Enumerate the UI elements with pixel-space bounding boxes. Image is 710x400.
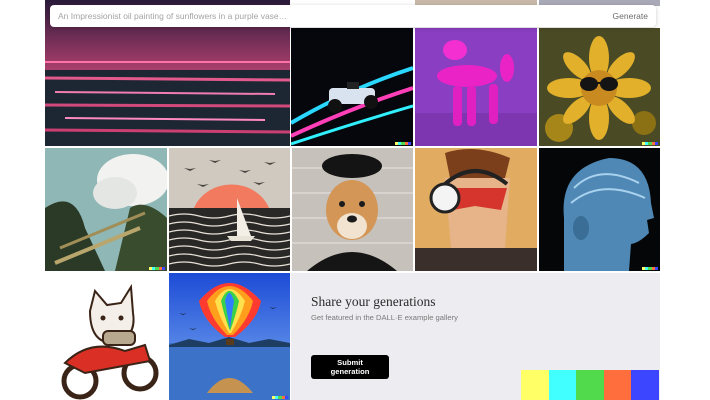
sailboat-image <box>169 148 290 271</box>
tile-hot-air-balloon[interactable] <box>169 273 290 400</box>
generate-button[interactable]: Generate <box>613 11 648 21</box>
generation-mark <box>149 267 166 270</box>
palette-cyan <box>548 370 577 400</box>
cat-motorcycle-image <box>45 273 167 400</box>
blue-head-image <box>539 148 660 271</box>
palette-green <box>576 370 604 400</box>
palette-blue <box>631 370 659 400</box>
prompt-bar: Generate <box>50 5 656 27</box>
cloud-sculpture-image <box>45 148 167 271</box>
share-title: Share your generations <box>311 294 436 309</box>
tile-sailboat-birds[interactable] <box>169 148 290 271</box>
tile-blue-head[interactable] <box>539 148 660 271</box>
tile-cat-motorcycle[interactable] <box>45 273 167 400</box>
comic-hero-image <box>415 148 537 271</box>
generation-mark <box>395 142 412 145</box>
tile-sunflower-sunglasses[interactable] <box>539 28 660 146</box>
tile-comic-hero[interactable] <box>415 148 537 271</box>
tile-shiba-beret[interactable] <box>292 148 413 271</box>
shiba-image <box>292 148 413 271</box>
hot-air-balloon-image <box>169 273 290 400</box>
generation-mark <box>642 142 659 145</box>
prompt-input[interactable] <box>58 11 613 21</box>
share-panel: Share your generations Get featured in t… <box>291 273 660 400</box>
color-palette <box>521 370 659 400</box>
tile-cloud-sculpture[interactable] <box>45 148 167 271</box>
submit-generation-button[interactable]: Submit generation <box>311 355 389 379</box>
balloon-dog-image <box>415 28 537 146</box>
sunflower-image <box>539 28 660 146</box>
generation-mark <box>642 267 659 270</box>
share-subtitle: Get featured in the DALL·E example galle… <box>311 313 458 322</box>
tile-balloon-dog[interactable] <box>415 28 537 146</box>
generation-mark <box>272 396 289 399</box>
palette-yellow <box>521 370 549 400</box>
palette-orange <box>603 370 632 400</box>
race-car-image <box>291 28 413 146</box>
tile-neon-race-car[interactable] <box>291 28 413 146</box>
